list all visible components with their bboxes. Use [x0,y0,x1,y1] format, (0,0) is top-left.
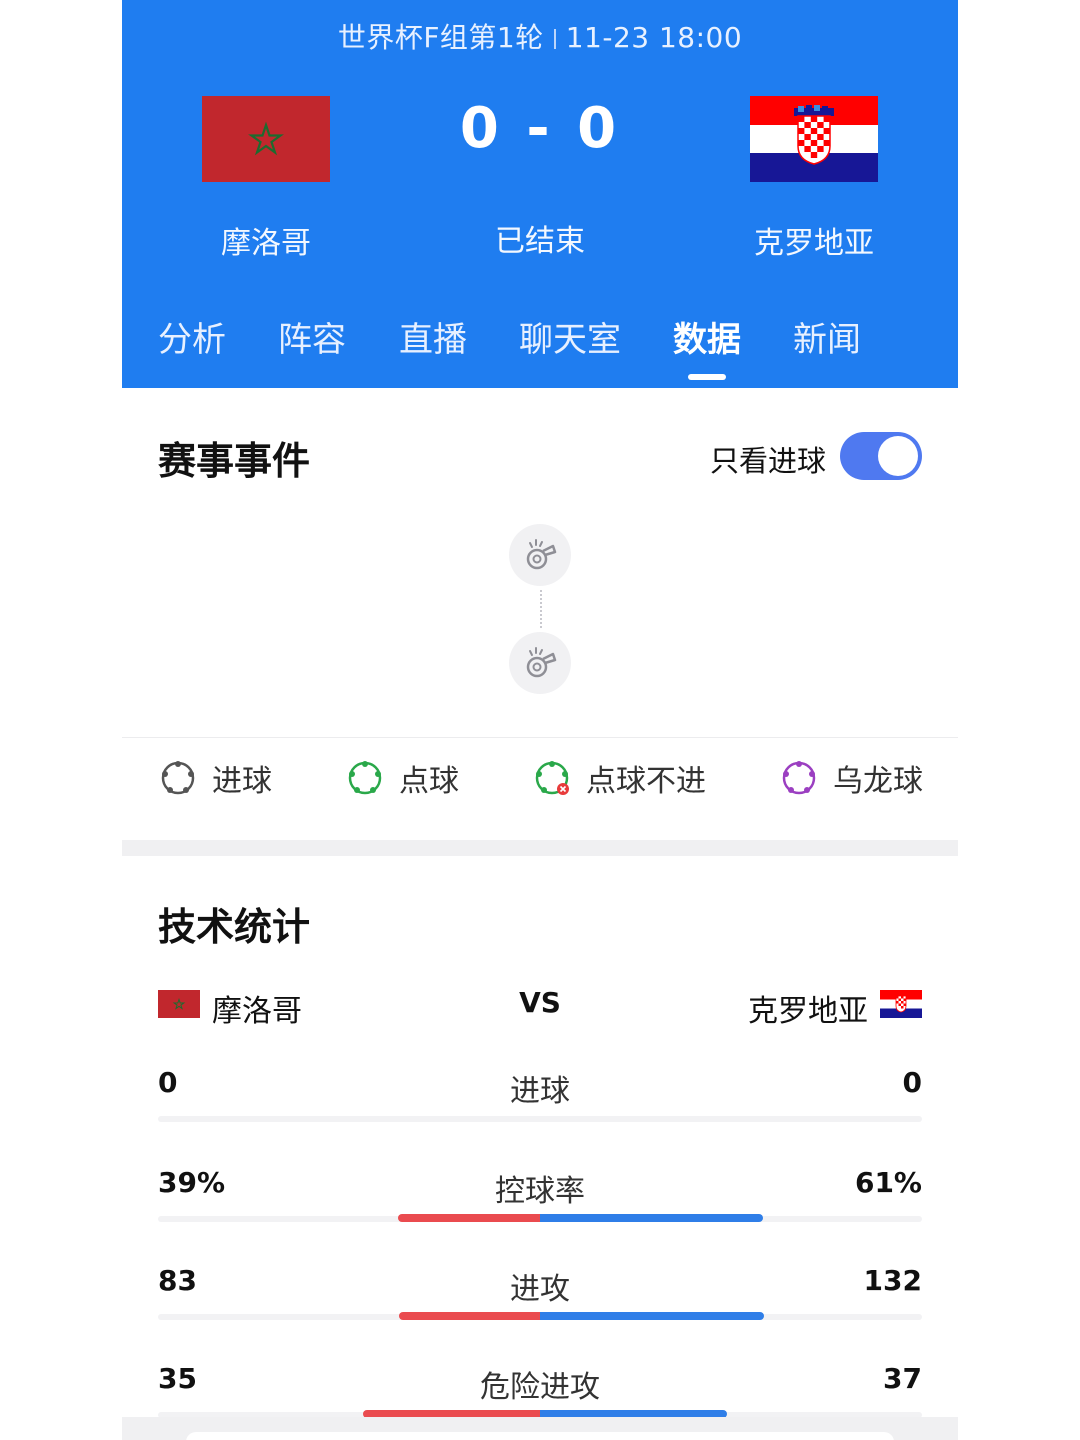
active-tab-indicator [688,374,726,380]
goal-only-label: 只看进球 [710,444,827,478]
match-info: 世界杯F组第1轮 11-23 18:00 [122,16,958,56]
tab-news[interactable]: 新闻 [793,312,861,361]
match-header: 世界杯F组第1轮 11-23 18:00 0 - 0 摩洛哥 已结束 克罗地亚 … [122,0,958,388]
away-team-name[interactable]: 克罗地亚 [704,218,924,262]
section-divider [122,840,958,856]
legend-own-goal: 乌龙球 [781,758,923,799]
stat-label: 进球 [510,1074,570,1109]
legend-goal-label: 进球 [212,764,272,799]
stat-track [158,1116,922,1122]
stat-away-bar [540,1214,763,1222]
competition-label: 世界杯F组第1轮 [337,21,544,54]
morocco-flag [158,990,200,1018]
stats-away-team: 克罗地亚 [748,994,868,1029]
legend-penalty-label: 点球 [399,764,459,799]
croatia-flag [880,990,922,1018]
stat-away-value: 0 [902,1066,922,1099]
penalty-missed-icon [535,761,569,795]
stat-label: 危险进攻 [480,1370,600,1405]
legend-penalty-missed: 点球不进 [534,758,706,799]
goal-only-toggle[interactable] [840,432,922,480]
legend-own-goal-label: 乌龙球 [833,764,923,799]
next-card-edge [186,1432,894,1440]
vs-label: VS [519,986,561,1019]
legend-goal: 进球 [160,758,272,799]
stat-home-value: 39% [158,1166,226,1199]
tab-analysis[interactable]: 分析 [158,312,226,361]
stat-label: 进攻 [510,1272,570,1307]
stat-home-bar [399,1312,540,1320]
stats-section-title: 技术统计 [158,905,311,949]
tab-lineup[interactable]: 阵容 [278,312,346,361]
home-team-name[interactable]: 摩洛哥 [156,218,376,262]
penalty-icon [348,761,382,795]
goal-icon [161,761,195,795]
whistle-icon [509,524,571,586]
stat-home-bar [397,1214,540,1222]
score: 0 - 0 [459,96,621,161]
match-screen: 世界杯F组第1轮 11-23 18:00 0 - 0 摩洛哥 已结束 克罗地亚 … [122,0,958,1440]
morocco-flag[interactable] [202,96,330,182]
croatia-flag[interactable] [750,96,878,182]
tab-chatroom[interactable]: 聊天室 [519,312,621,361]
whistle-icon [509,632,571,694]
stat-away-bar [540,1312,764,1320]
legend-penalty: 点球 [347,758,459,799]
divider [122,737,958,738]
own-goal-icon [782,761,816,795]
stats-team-row: 摩洛哥 VS 克罗地亚 [158,986,922,1029]
toggle-knob [878,436,918,476]
stat-away-value: 132 [863,1264,922,1297]
stat-home-value: 35 [158,1362,197,1395]
stat-label: 控球率 [495,1174,585,1209]
tab-live[interactable]: 直播 [399,312,467,361]
stat-away-value: 37 [883,1362,922,1395]
match-datetime: 11-23 18:00 [565,21,743,54]
stat-home-value: 0 [158,1066,178,1099]
tab-bar: 分析 阵容 直播 聊天室 数据 新闻 [122,312,958,388]
tab-data[interactable]: 数据 [673,312,741,361]
legend-penalty-missed-label: 点球不进 [586,764,706,799]
match-status: 已结束 [495,224,585,259]
info-separator [553,29,556,49]
stats-home-team: 摩洛哥 [212,994,302,1029]
events-section-title: 赛事事件 [158,439,311,483]
stat-away-value: 61% [854,1166,922,1199]
stat-home-value: 83 [158,1264,197,1297]
timeline-connector [540,590,542,628]
